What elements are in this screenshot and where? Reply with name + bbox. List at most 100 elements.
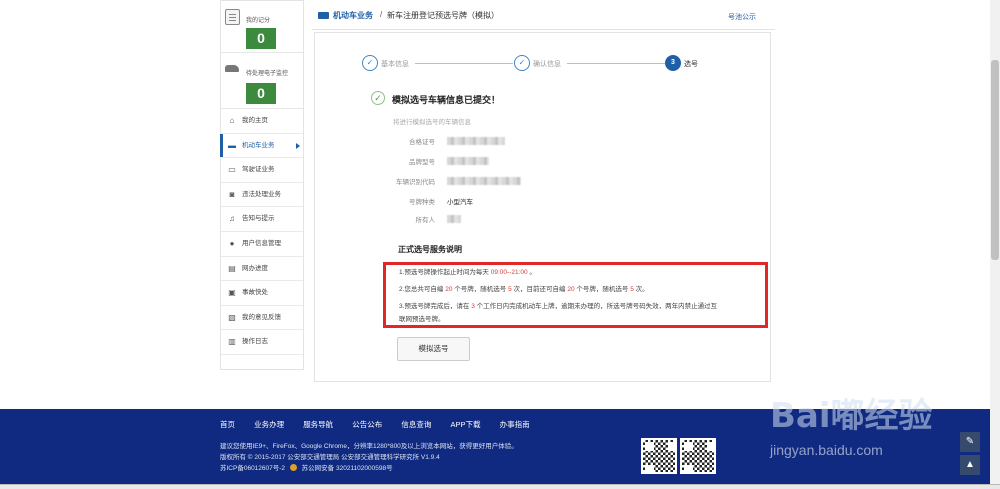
- violation-label: 待处理电子监控: [246, 71, 289, 77]
- qr-code-icon: [680, 438, 716, 474]
- footer-link-home[interactable]: 首页: [220, 420, 235, 429]
- breadcrumb: 机动车业务 / 新车注册登记预选号牌（模拟） 号池公示: [312, 0, 775, 30]
- document-icon: [225, 9, 240, 25]
- icp-number[interactable]: 苏ICP备06012607号-2: [220, 465, 285, 472]
- success-title: 模拟选号车辆信息已提交！: [392, 95, 501, 105]
- vehicle-info-hint: 将进行模拟选号的车辆信息: [393, 119, 471, 126]
- step-indicator: ✓ 基本信息 ✓ 确认信息 3 选号: [362, 55, 702, 73]
- blurred-value: [447, 157, 489, 165]
- info-label: 车辆识别代码: [396, 179, 435, 186]
- violation-panel[interactable]: 待处理电子监控 0: [221, 53, 303, 109]
- blurred-value: [447, 177, 521, 185]
- sidebar-item-license[interactable]: ▭ 驾驶证业务: [221, 158, 303, 183]
- taskbar-strip: [0, 484, 1000, 489]
- breadcrumb-separator: /: [380, 10, 383, 19]
- footer-link-app[interactable]: APP下载: [450, 420, 480, 429]
- breadcrumb-current: 新车注册登记预选号牌（模拟）: [387, 11, 499, 20]
- blurred-value: [447, 137, 505, 145]
- check-circle-icon: ✓: [371, 91, 385, 105]
- sidebar-item-label: 告知与提示: [242, 215, 275, 223]
- car-icon: ▬: [228, 140, 236, 150]
- info-row-plate-type: 号牌种类 小型汽车: [375, 196, 575, 208]
- sidebar-item-label: 操作日志: [242, 338, 268, 346]
- check-icon: ✓: [514, 55, 530, 71]
- info-row-certificate: 合格证号: [375, 136, 575, 148]
- log-icon: ▥: [228, 337, 236, 347]
- car-icon: [225, 63, 241, 75]
- footer-link-notice[interactable]: 公告公布: [352, 420, 382, 429]
- info-row-vin: 车辆识别代码: [375, 176, 575, 188]
- sidebar-item-home[interactable]: ⌂ 我的主页: [221, 109, 303, 134]
- copyright: 版权所有 © 2015-2017 公安部交通管理局 公安部交通管理科学研究所 V…: [220, 454, 440, 461]
- footer-link-service[interactable]: 服务导航: [303, 420, 333, 429]
- edit-icon[interactable]: ✎: [960, 432, 980, 452]
- sidebar-item-label: 事故快处: [242, 289, 268, 297]
- blurred-value: [447, 215, 461, 223]
- footer-link-query[interactable]: 信息查询: [401, 420, 431, 429]
- rule-3: 3.预选号牌完成后，请在 3 个工作日内完成机动车上牌，逾期未办理的，所选号牌号…: [399, 303, 718, 310]
- rules-title: 正式选号服务说明: [398, 245, 462, 254]
- feedback-icon: ▧: [228, 312, 236, 322]
- step-label: 确认信息: [533, 61, 561, 68]
- police-record[interactable]: 苏公网安备 32021102000598号: [302, 465, 393, 472]
- plate-pool-link[interactable]: 号池公示: [728, 12, 756, 22]
- rule-3-continued: 联网预选号牌。: [399, 316, 445, 323]
- user-icon: ●: [229, 238, 235, 248]
- score-badge[interactable]: 0: [246, 28, 276, 49]
- info-row-owner: 所有人: [375, 214, 575, 226]
- violation-badge[interactable]: 0: [246, 83, 276, 104]
- scrollbar-thumb[interactable]: [991, 60, 999, 260]
- sidebar-item-label: 我的意见反馈: [242, 313, 281, 321]
- simulate-select-button[interactable]: 模拟选号: [397, 337, 470, 361]
- rules-highlight-box: 1.预选号牌操作起止时间为每天 09:00--21:00 。 2.您总共可自编 …: [383, 262, 768, 328]
- step-label: 基本信息: [381, 61, 409, 68]
- caret-right-icon: [296, 142, 300, 149]
- accident-icon: ▣: [228, 288, 236, 298]
- result-card: ✓ 基本信息 ✓ 确认信息 3 选号 ✓ 模拟选号车辆信息已提交！ 将进行模拟选…: [314, 32, 771, 382]
- score-panel[interactable]: 我的记分 0: [221, 1, 303, 53]
- sidebar-item-vehicle[interactable]: ▬ 机动车业务: [220, 133, 303, 159]
- step-label: 选号: [684, 61, 698, 68]
- sidebar-item-progress[interactable]: ▤ 网办进度: [221, 257, 303, 282]
- step-connector: [567, 63, 665, 64]
- home-icon: ⌂: [229, 116, 235, 125]
- footer-link-guide[interactable]: 办事指南: [500, 420, 530, 429]
- sidebar-item-accident[interactable]: ▣ 事故快处: [221, 281, 303, 306]
- sidebar-item-notice[interactable]: ♫ 告知与提示: [221, 207, 303, 232]
- sidebar-item-user[interactable]: ● 用户信息管理: [221, 232, 303, 257]
- sidebar-item-log[interactable]: ▥ 操作日志: [221, 330, 303, 355]
- sidebar-item-label: 我的主页: [242, 117, 268, 124]
- sidebar-item-label: 违法处理业务: [242, 190, 281, 198]
- icp-record: 苏ICP备06012607号-2 苏公网安备 32021102000598号: [220, 462, 393, 472]
- baidu-watermark: Bai嘟经验: [770, 396, 933, 436]
- back-to-top-icon[interactable]: ▲: [960, 455, 980, 475]
- sidebar: 我的记分 0 待处理电子监控 0 ⌂ 我的主页 ▬ 机动车业务 ▭ 驾驶证业务 …: [220, 0, 304, 370]
- step-connector: [415, 63, 513, 64]
- footer-nav: 首页 业务办理 服务导航 公告公布 信息查询 APP下载 办事指南: [220, 419, 547, 430]
- step-number: 3: [665, 55, 681, 71]
- info-label: 品牌型号: [409, 159, 435, 166]
- rule-2: 2.您总共可自编 20 个号牌，随机选号 5 次，目前还可自编 20 个号牌，随…: [399, 286, 649, 293]
- police-badge-icon: [289, 464, 297, 471]
- camera-icon: ◙: [229, 189, 235, 199]
- car-icon: [318, 12, 329, 19]
- check-icon: ✓: [362, 55, 378, 71]
- info-row-brand: 品牌型号: [375, 156, 575, 168]
- sidebar-item-label: 机动车业务: [242, 141, 275, 149]
- browser-recommendation: 建议您使用IE9+、FireFox、Google Chrome，分辨率1280*…: [220, 443, 518, 450]
- info-label: 合格证号: [409, 139, 435, 146]
- progress-icon: ▤: [228, 263, 236, 273]
- sidebar-item-feedback[interactable]: ▧ 我的意见反馈: [221, 306, 303, 331]
- info-label: 号牌种类: [409, 199, 435, 206]
- sidebar-item-violation[interactable]: ◙ 违法处理业务: [221, 183, 303, 208]
- breadcrumb-vehicle[interactable]: 机动车业务: [333, 10, 373, 21]
- sidebar-item-label: 网办进度: [242, 264, 268, 272]
- license-icon: ▭: [228, 165, 236, 175]
- watermark-url: jingyan.baidu.com: [770, 442, 883, 458]
- qr-code-icon: [641, 438, 677, 474]
- footer-link-business[interactable]: 业务办理: [254, 420, 284, 429]
- sidebar-item-label: 用户信息管理: [242, 239, 281, 247]
- info-value: 小型汽车: [447, 199, 473, 206]
- bell-icon: ♫: [229, 214, 235, 224]
- score-label: 我的记分: [246, 18, 271, 24]
